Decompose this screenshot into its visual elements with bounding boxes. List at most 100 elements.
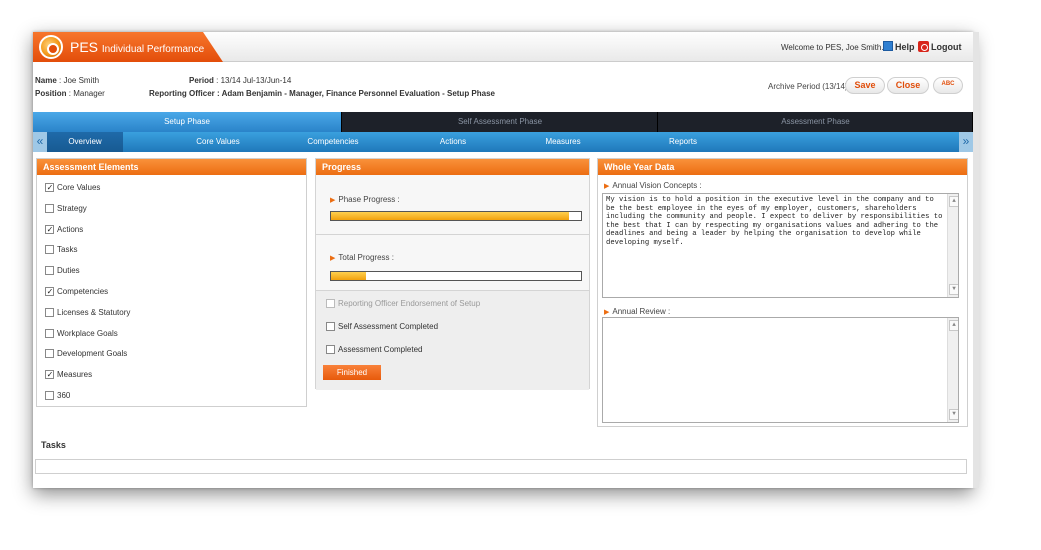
checkbox-icon — [45, 183, 54, 192]
total-progress-section: ▶ Total Progress : — [316, 235, 589, 291]
checkbox-icon — [45, 307, 54, 317]
app-window: PES Individual Performance Welcome to PE… — [33, 32, 973, 488]
total-progress-bar — [330, 271, 582, 281]
assessment-element-item[interactable]: Development Goals — [45, 349, 128, 359]
assessment-element-item[interactable]: Measures — [45, 370, 93, 380]
assessment-elements-panel: Assessment Elements Core Values Strategy A… — [36, 158, 307, 407]
tabs-next-arrow-icon[interactable]: » — [959, 132, 973, 152]
assessment-element-label: Tasks — [57, 245, 78, 255]
logout-label: Logout — [931, 42, 962, 52]
assessment-element-label: Duties — [57, 266, 80, 276]
checkbox-icon — [326, 345, 335, 354]
completion-checks: Reporting Officer Endorsement of Setup S… — [316, 291, 589, 390]
review-textarea[interactable] — [602, 317, 959, 423]
help-icon — [883, 41, 893, 51]
assessment-element-item[interactable]: Workplace Goals — [45, 328, 118, 338]
help-label: Help — [895, 42, 915, 52]
tab-actions[interactable]: Actions — [413, 132, 493, 152]
assessment-element-item[interactable]: Licenses & Statutory — [45, 307, 130, 317]
help-link[interactable]: Help — [883, 41, 915, 52]
checkbox-icon — [45, 224, 54, 234]
app-title-sub: Individual Performance — [101, 44, 205, 55]
assessment-element-item[interactable]: Actions — [45, 224, 83, 234]
assessment-element-item[interactable]: 360 — [45, 391, 70, 400]
checkbox-icon — [45, 287, 54, 296]
assessment-element-label: Measures — [57, 370, 93, 380]
period-value: : 13/14 Jul-13/Jun-14 — [216, 76, 292, 85]
whole-year-title: Whole Year Data — [598, 159, 967, 175]
name-label: Name — [35, 76, 57, 85]
assessment-element-label: Workplace Goals — [57, 328, 118, 338]
phase-progress-fill — [331, 212, 569, 220]
assessment-element-item[interactable]: Competencies — [45, 287, 108, 296]
checkbox-icon — [45, 266, 54, 276]
phase-progress-section: ▶ Phase Progress : — [316, 175, 589, 235]
triangle-right-icon: ▶ — [604, 183, 610, 190]
phase-setup[interactable]: Setup Phase — [33, 112, 342, 132]
triangle-right-icon: ▶ — [330, 255, 336, 262]
assessment-element-item[interactable]: Strategy — [45, 203, 87, 213]
vision-textarea[interactable]: My vision is to hold a position in the e… — [602, 193, 959, 298]
checkbox-icon — [45, 370, 54, 380]
triangle-right-icon: ▶ — [604, 309, 610, 316]
tabs-prev-arrow-icon[interactable]: « — [33, 132, 47, 152]
assessment-element-item[interactable]: Core Values — [45, 183, 100, 192]
triangle-right-icon: ▶ — [330, 197, 336, 204]
power-icon — [918, 41, 929, 52]
brand-header: PES Individual Performance — [33, 32, 223, 62]
total-progress-fill — [331, 272, 366, 280]
tasks-box — [35, 459, 967, 474]
self-assessment-checkbox[interactable]: Self Assessment Completed — [326, 322, 438, 331]
vision-scrollbar[interactable] — [947, 194, 958, 297]
save-button[interactable]: Save — [845, 77, 885, 94]
tab-competencies[interactable]: Competencies — [293, 132, 373, 152]
app-title-main: PES — [70, 39, 99, 55]
review-scrollbar[interactable] — [947, 318, 958, 422]
assessment-element-label: Development Goals — [57, 349, 128, 359]
checkbox-icon — [326, 322, 335, 331]
tab-reports[interactable]: Reports — [643, 132, 723, 152]
phase-bar: Setup Phase Self Assessment Phase Assess… — [33, 112, 973, 132]
phase-self-assessment[interactable]: Self Assessment Phase — [343, 112, 658, 132]
page-scrollbar[interactable] — [973, 32, 979, 488]
assessment-element-label: Competencies — [57, 287, 109, 296]
employee-info: Name : Joe Smith Position : Manager Peri… — [33, 72, 973, 114]
assessment-element-item[interactable]: Duties — [45, 266, 80, 276]
phase-progress-label: ▶ Phase Progress : — [330, 195, 400, 204]
tab-overview[interactable]: Overview — [47, 132, 123, 152]
total-progress-label: ▶ Total Progress : — [330, 253, 394, 262]
tab-measures[interactable]: Measures — [523, 132, 603, 152]
period-label: Period — [189, 76, 214, 85]
finished-button[interactable]: Finished — [323, 365, 381, 380]
assessment-element-item[interactable]: Tasks — [45, 245, 78, 255]
assessment-element-label: 360 — [57, 391, 71, 400]
name-value: : Joe Smith — [59, 76, 100, 85]
review-label: ▶ Annual Review : — [604, 307, 671, 316]
spellcheck-icon: ABC — [941, 81, 955, 87]
assessment-completed-checkbox[interactable]: Assessment Completed — [326, 345, 422, 354]
app-title: PES Individual Performance — [70, 39, 204, 55]
checkbox-icon — [326, 299, 335, 308]
progress-title: Progress — [316, 159, 589, 175]
progress-panel: Progress ▶ Phase Progress : ▶ Total Progre… — [315, 158, 590, 390]
checkbox-icon — [45, 391, 54, 400]
assessment-element-label: Core Values — [57, 183, 101, 192]
phase-assessment[interactable]: Assessment Phase — [659, 112, 973, 132]
assessment-element-label: Strategy — [57, 203, 87, 213]
checkbox-icon — [45, 328, 54, 338]
tab-core-values[interactable]: Core Values — [173, 132, 263, 152]
assessment-elements-title: Assessment Elements — [37, 159, 306, 175]
position-label: Position — [35, 89, 67, 98]
close-button[interactable]: Close — [887, 77, 929, 94]
endorsement-checkbox[interactable]: Reporting Officer Endorsement of Setup — [326, 299, 480, 308]
checkbox-icon — [45, 349, 54, 359]
position-row: Position : Manager — [35, 89, 105, 98]
reporting-officer: Reporting Officer : Adam Benjamin - Mana… — [149, 89, 495, 98]
logout-link[interactable]: Logout — [918, 41, 962, 52]
spellcheck-button[interactable]: ABC — [933, 77, 963, 94]
vision-label: ▶ Annual Vision Concepts : — [604, 181, 702, 190]
period-row: Period : 13/14 Jul-13/Jun-14 — [189, 76, 291, 85]
top-bar: PES Individual Performance Welcome to PE… — [33, 32, 973, 62]
pes-logo-icon — [39, 35, 63, 59]
position-value: : Manager — [68, 89, 105, 98]
